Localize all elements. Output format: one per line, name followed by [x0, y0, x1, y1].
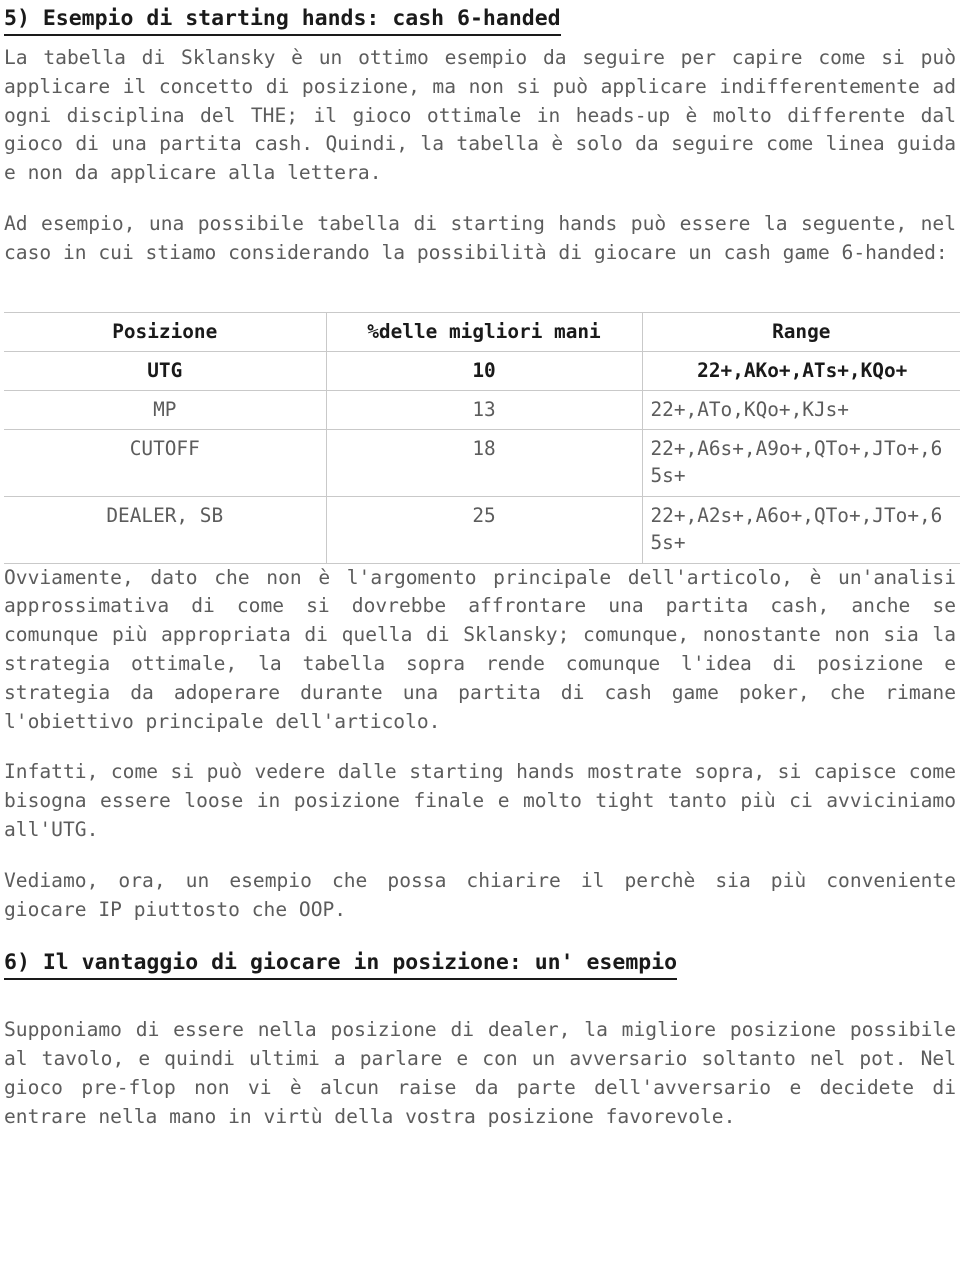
cell-percentuale: 13 [326, 389, 643, 430]
section-5-paragraph-2: Ad esempio, una possibile tabella di sta… [4, 211, 956, 264]
document-body: 5) Esempio di starting hands: cash 6-han… [0, 0, 960, 1132]
cell-range: 22+,ATo,KQo+,KJs+ [642, 389, 960, 430]
cell-posizione: MP [4, 389, 327, 430]
document-page: 5) Esempio di starting hands: cash 6-han… [0, 0, 960, 1261]
table-row: DEALER, SB 25 22+,A2s+,A6o+,QTo+,JTo+,65s+ [4, 495, 960, 564]
cell-range: 22+,AKo+,ATs+,KQo+ [642, 350, 960, 391]
cell-range: 22+,A6s+,A9o+,QTo+,JTo+,65s+ [642, 428, 960, 497]
section-6-paragraph-1: Supponiamo di essere nella posizione di … [4, 1018, 956, 1128]
table-row: MP 13 22+,ATo,KQo+,KJs+ [4, 389, 960, 430]
section-6-heading-wrap: 6) Il vantaggio di giocare in posizione:… [4, 948, 958, 981]
section-5-paragraph-4: Infatti, come si può vedere dalle starti… [4, 760, 956, 841]
table-row: UTG 10 22+,AKo+,ATs+,KQo+ [4, 350, 960, 391]
table-head: Posizione %delle migliori mani Range [4, 311, 960, 352]
cell-posizione: UTG [4, 350, 327, 391]
section-6-heading: 6) Il vantaggio di giocare in posizione:… [4, 948, 678, 981]
table-header-row: Posizione %delle migliori mani Range [4, 311, 960, 352]
section-5-paragraph-5: Vediamo, ora, un esempio che possa chiar… [4, 868, 956, 921]
cell-percentuale: 18 [326, 428, 643, 497]
cell-posizione: CUTOFF [4, 428, 327, 497]
section-5-heading-wrap: 5) Esempio di starting hands: cash 6-han… [4, 4, 958, 36]
cell-posizione: DEALER, SB [4, 495, 327, 564]
section-5-paragraph-3: Ovviamente, dato che non è l'argomento p… [4, 565, 956, 733]
cell-range: 22+,A2s+,A6o+,QTo+,JTo+,65s+ [642, 495, 960, 564]
section-5-paragraph-1: La tabella di Sklansky è un ottimo esemp… [4, 46, 956, 185]
table-body: UTG 10 22+,AKo+,ATs+,KQo+ MP 13 22+,ATo,KQo+,… [4, 350, 960, 564]
section-5-heading: 5) Esempio di starting hands: cash 6-han… [4, 4, 561, 36]
starting-hands-table-wrap: Posizione %delle migliori mani Range UTG… [4, 311, 960, 564]
cell-percentuale: 10 [326, 350, 643, 391]
column-header-range: Range [642, 311, 960, 352]
column-header-posizione: Posizione [4, 311, 327, 352]
cell-percentuale: 25 [326, 495, 643, 564]
table-row: CUTOFF 18 22+,A6s+,A9o+,QTo+,JTo+,65s+ [4, 428, 960, 497]
column-header-percentuale: %delle migliori mani [326, 311, 643, 352]
starting-hands-table: Posizione %delle migliori mani Range UTG… [4, 311, 960, 564]
